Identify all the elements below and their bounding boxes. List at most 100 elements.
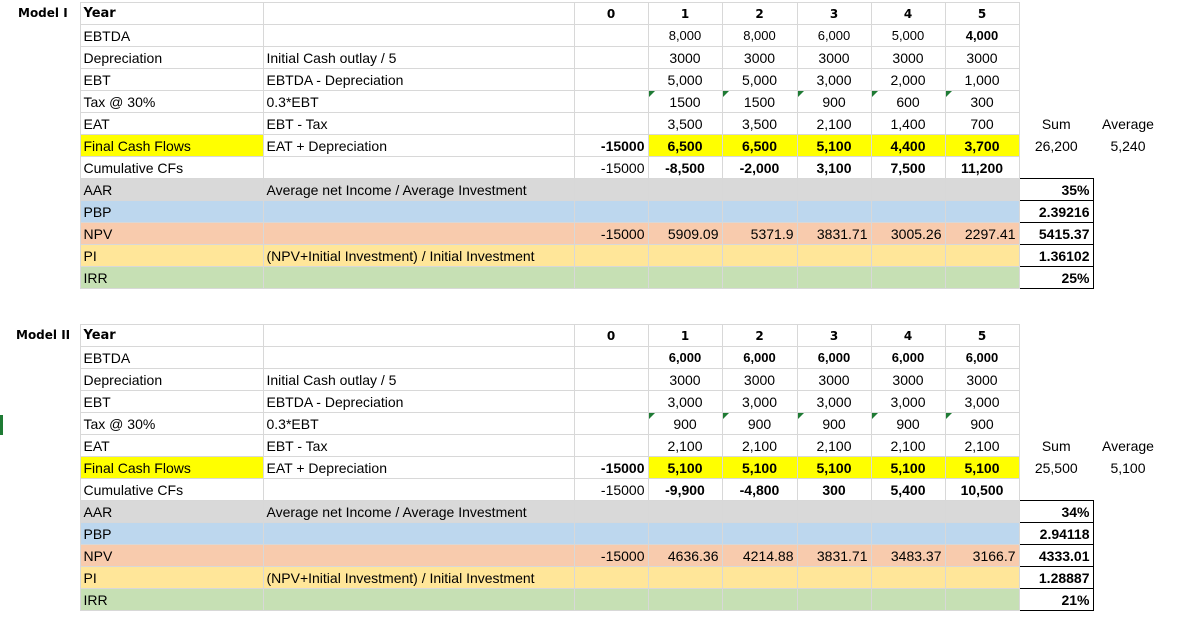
npv-result[interactable]: 5415.37 — [1018, 222, 1094, 245]
ebtda-formula[interactable] — [262, 346, 575, 369]
fcf-y4[interactable]: 4,400 — [870, 134, 946, 157]
year-0[interactable]: 0 — [573, 324, 649, 347]
ebt-y3[interactable]: 3,000 — [796, 390, 872, 413]
tax-formula[interactable]: 0.3*EBT — [262, 90, 575, 113]
ebt-label[interactable]: EBT — [79, 390, 264, 413]
depreciation-y1[interactable]: 3000 — [647, 368, 723, 391]
irr-result[interactable]: 21% — [1018, 588, 1094, 611]
aar-result[interactable]: 35% — [1018, 178, 1094, 201]
ebt-formula[interactable]: EBTDA - Depreciation — [262, 68, 575, 91]
fcf-y5[interactable]: 5,100 — [944, 456, 1020, 479]
pbp-formula[interactable] — [262, 200, 575, 223]
tax-y4[interactable]: 900 — [870, 412, 946, 435]
depreciation-formula[interactable]: Initial Cash outlay / 5 — [262, 368, 575, 391]
ebt-y0[interactable] — [573, 68, 649, 91]
depreciation-y0[interactable] — [573, 368, 649, 391]
fcf-y1[interactable]: 6,500 — [647, 134, 723, 157]
tax-y2[interactable]: 900 — [721, 412, 798, 435]
year-5[interactable]: 5 — [944, 2, 1020, 25]
fcf-y3[interactable]: 5,100 — [796, 134, 872, 157]
year-1[interactable]: 1 — [647, 2, 723, 25]
fcf-y0[interactable]: -15000 — [573, 134, 649, 157]
npv-y5[interactable]: 2297.41 — [944, 222, 1020, 245]
cumcf-y0[interactable]: -15000 — [573, 478, 649, 501]
year-label[interactable]: Year — [79, 2, 264, 25]
sum-value[interactable]: 26,200 — [1019, 135, 1093, 157]
cumcf-label[interactable]: Cumulative CFs — [79, 156, 264, 179]
eat-y5[interactable]: 700 — [944, 112, 1020, 135]
cumcf-y4[interactable]: 5,400 — [870, 478, 946, 501]
irr-label[interactable]: IRR — [79, 588, 264, 611]
average-label[interactable]: Average — [1093, 113, 1163, 135]
depreciation-label[interactable]: Depreciation — [79, 46, 264, 69]
eat-y0[interactable] — [573, 434, 649, 457]
ebtda-label[interactable]: EBTDA — [79, 24, 264, 47]
sum-value[interactable]: 25,500 — [1019, 457, 1093, 479]
fcf-y3[interactable]: 5,100 — [796, 456, 872, 479]
fcf-y2[interactable]: 5,100 — [721, 456, 798, 479]
cumcf-y1[interactable]: -8,500 — [647, 156, 723, 179]
ebtda-y1[interactable]: 8,000 — [647, 24, 723, 47]
npv-label[interactable]: NPV — [79, 222, 264, 245]
pbp-label[interactable]: PBP — [79, 200, 264, 223]
npv-y0[interactable]: -15000 — [573, 222, 649, 245]
fcf-formula[interactable]: EAT + Depreciation — [262, 456, 575, 479]
ebtda-label[interactable]: EBTDA — [79, 346, 264, 369]
cumcf-y5[interactable]: 10,500 — [944, 478, 1020, 501]
npv-y2[interactable]: 4214.88 — [721, 544, 798, 567]
sum-label[interactable]: Sum — [1019, 113, 1093, 135]
year-4[interactable]: 4 — [870, 2, 946, 25]
tax-y1[interactable]: 1500 — [647, 90, 723, 113]
eat-y0[interactable] — [573, 112, 649, 135]
eat-formula[interactable]: EBT - Tax — [262, 112, 575, 135]
aar-label[interactable]: AAR — [79, 500, 264, 523]
year-label[interactable]: Year — [79, 324, 264, 347]
pbp-label[interactable]: PBP — [79, 522, 264, 545]
npv-formula[interactable] — [262, 222, 575, 245]
pi-result[interactable]: 1.28887 — [1018, 566, 1094, 589]
ebt-y3[interactable]: 3,000 — [796, 68, 872, 91]
eat-y4[interactable]: 1,400 — [870, 112, 946, 135]
tax-label[interactable]: Tax @ 30% — [79, 412, 264, 435]
cumcf-formula[interactable] — [262, 478, 575, 501]
fcf-formula[interactable]: EAT + Depreciation — [262, 134, 575, 157]
ebtda-formula[interactable] — [262, 24, 575, 47]
tax-y2[interactable]: 1500 — [721, 90, 798, 113]
ebtda-y0[interactable] — [573, 24, 649, 47]
depreciation-formula[interactable]: Initial Cash outlay / 5 — [262, 46, 575, 69]
eat-y1[interactable]: 3,500 — [647, 112, 723, 135]
average-value[interactable]: 5,240 — [1093, 135, 1163, 157]
average-value[interactable]: 5,100 — [1093, 457, 1163, 479]
eat-y2[interactable]: 2,100 — [721, 434, 798, 457]
fcf-y4[interactable]: 5,100 — [870, 456, 946, 479]
ebtda-y1[interactable]: 6,000 — [647, 346, 723, 369]
ebtda-y5[interactable]: 6,000 — [944, 346, 1020, 369]
irr-formula[interactable] — [262, 588, 575, 611]
depreciation-y1[interactable]: 3000 — [647, 46, 723, 69]
depreciation-y3[interactable]: 3000 — [796, 368, 872, 391]
eat-formula[interactable]: EBT - Tax — [262, 434, 575, 457]
eat-label[interactable]: EAT — [79, 112, 264, 135]
tax-y4[interactable]: 600 — [870, 90, 946, 113]
pi-formula[interactable]: (NPV+Initial Investment) / Initial Inves… — [262, 244, 575, 267]
ebtda-y2[interactable]: 6,000 — [721, 346, 798, 369]
tax-y0[interactable] — [573, 90, 649, 113]
tax-y5[interactable]: 300 — [944, 90, 1020, 113]
cumcf-y2[interactable]: -2,000 — [721, 156, 798, 179]
npv-y5[interactable]: 3166.7 — [944, 544, 1020, 567]
ebt-y2[interactable]: 5,000 — [721, 68, 798, 91]
pbp-result[interactable]: 2.39216 — [1018, 200, 1094, 223]
year-3[interactable]: 3 — [796, 2, 872, 25]
npv-y0[interactable]: -15000 — [573, 544, 649, 567]
aar-label[interactable]: AAR — [79, 178, 264, 201]
year-2[interactable]: 2 — [721, 2, 798, 25]
cumcf-y2[interactable]: -4,800 — [721, 478, 798, 501]
fcf-y5[interactable]: 3,700 — [944, 134, 1020, 157]
tax-y1[interactable]: 900 — [647, 412, 723, 435]
pi-formula[interactable]: (NPV+Initial Investment) / Initial Inves… — [262, 566, 575, 589]
eat-label[interactable]: EAT — [79, 434, 264, 457]
depreciation-y4[interactable]: 3000 — [870, 46, 946, 69]
fcf-label[interactable]: Final Cash Flows — [79, 456, 264, 479]
npv-formula[interactable] — [262, 544, 575, 567]
depreciation-y3[interactable]: 3000 — [796, 46, 872, 69]
